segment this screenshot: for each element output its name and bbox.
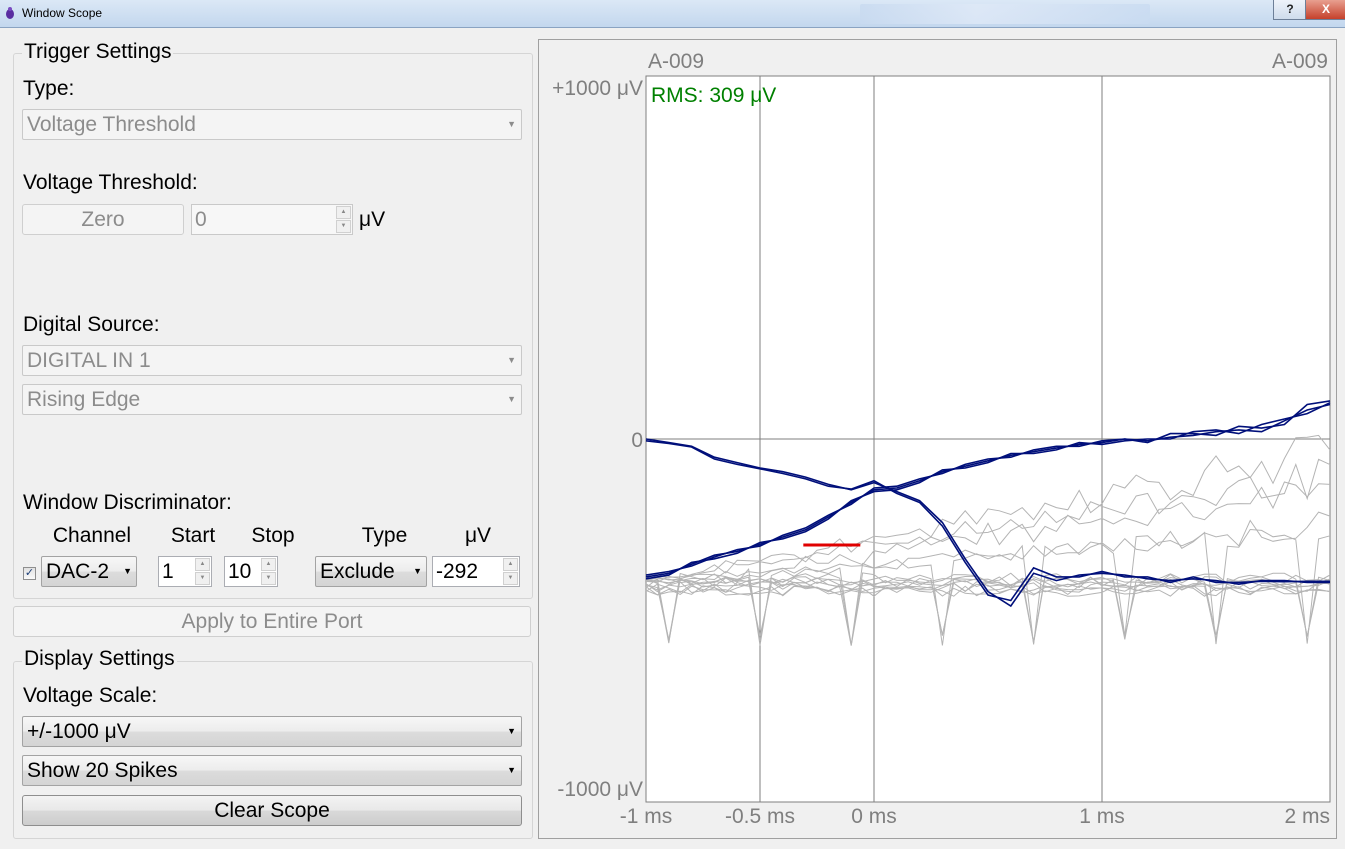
rms-readout: RMS: 309 μV	[651, 84, 776, 107]
y-tick-label-1: 0	[631, 429, 643, 452]
x-tick-label-4: 2 ms	[1284, 805, 1330, 828]
x-tick-label-0: -1 ms	[620, 805, 673, 828]
spike-scope-plot[interactable]: A-009 A-009 RMS: 309 μV +1000 μV 0 -1000 μ…	[0, 0, 1345, 849]
x-tick-label-3: 1 ms	[1079, 805, 1125, 828]
y-tick-label-0: +1000 μV	[552, 77, 643, 100]
x-tick-label-1: -0.5 ms	[725, 805, 795, 828]
channel-label-left: A-009	[648, 50, 704, 73]
y-tick-label-2: -1000 μV	[557, 778, 643, 801]
channel-label-right: A-009	[1272, 50, 1328, 73]
x-tick-label-2: 0 ms	[851, 805, 897, 828]
y-tick-labels: +1000 μV 0 -1000 μV	[552, 77, 643, 801]
x-tick-labels: -1 ms -0.5 ms 0 ms 1 ms 2 ms	[620, 805, 1330, 828]
